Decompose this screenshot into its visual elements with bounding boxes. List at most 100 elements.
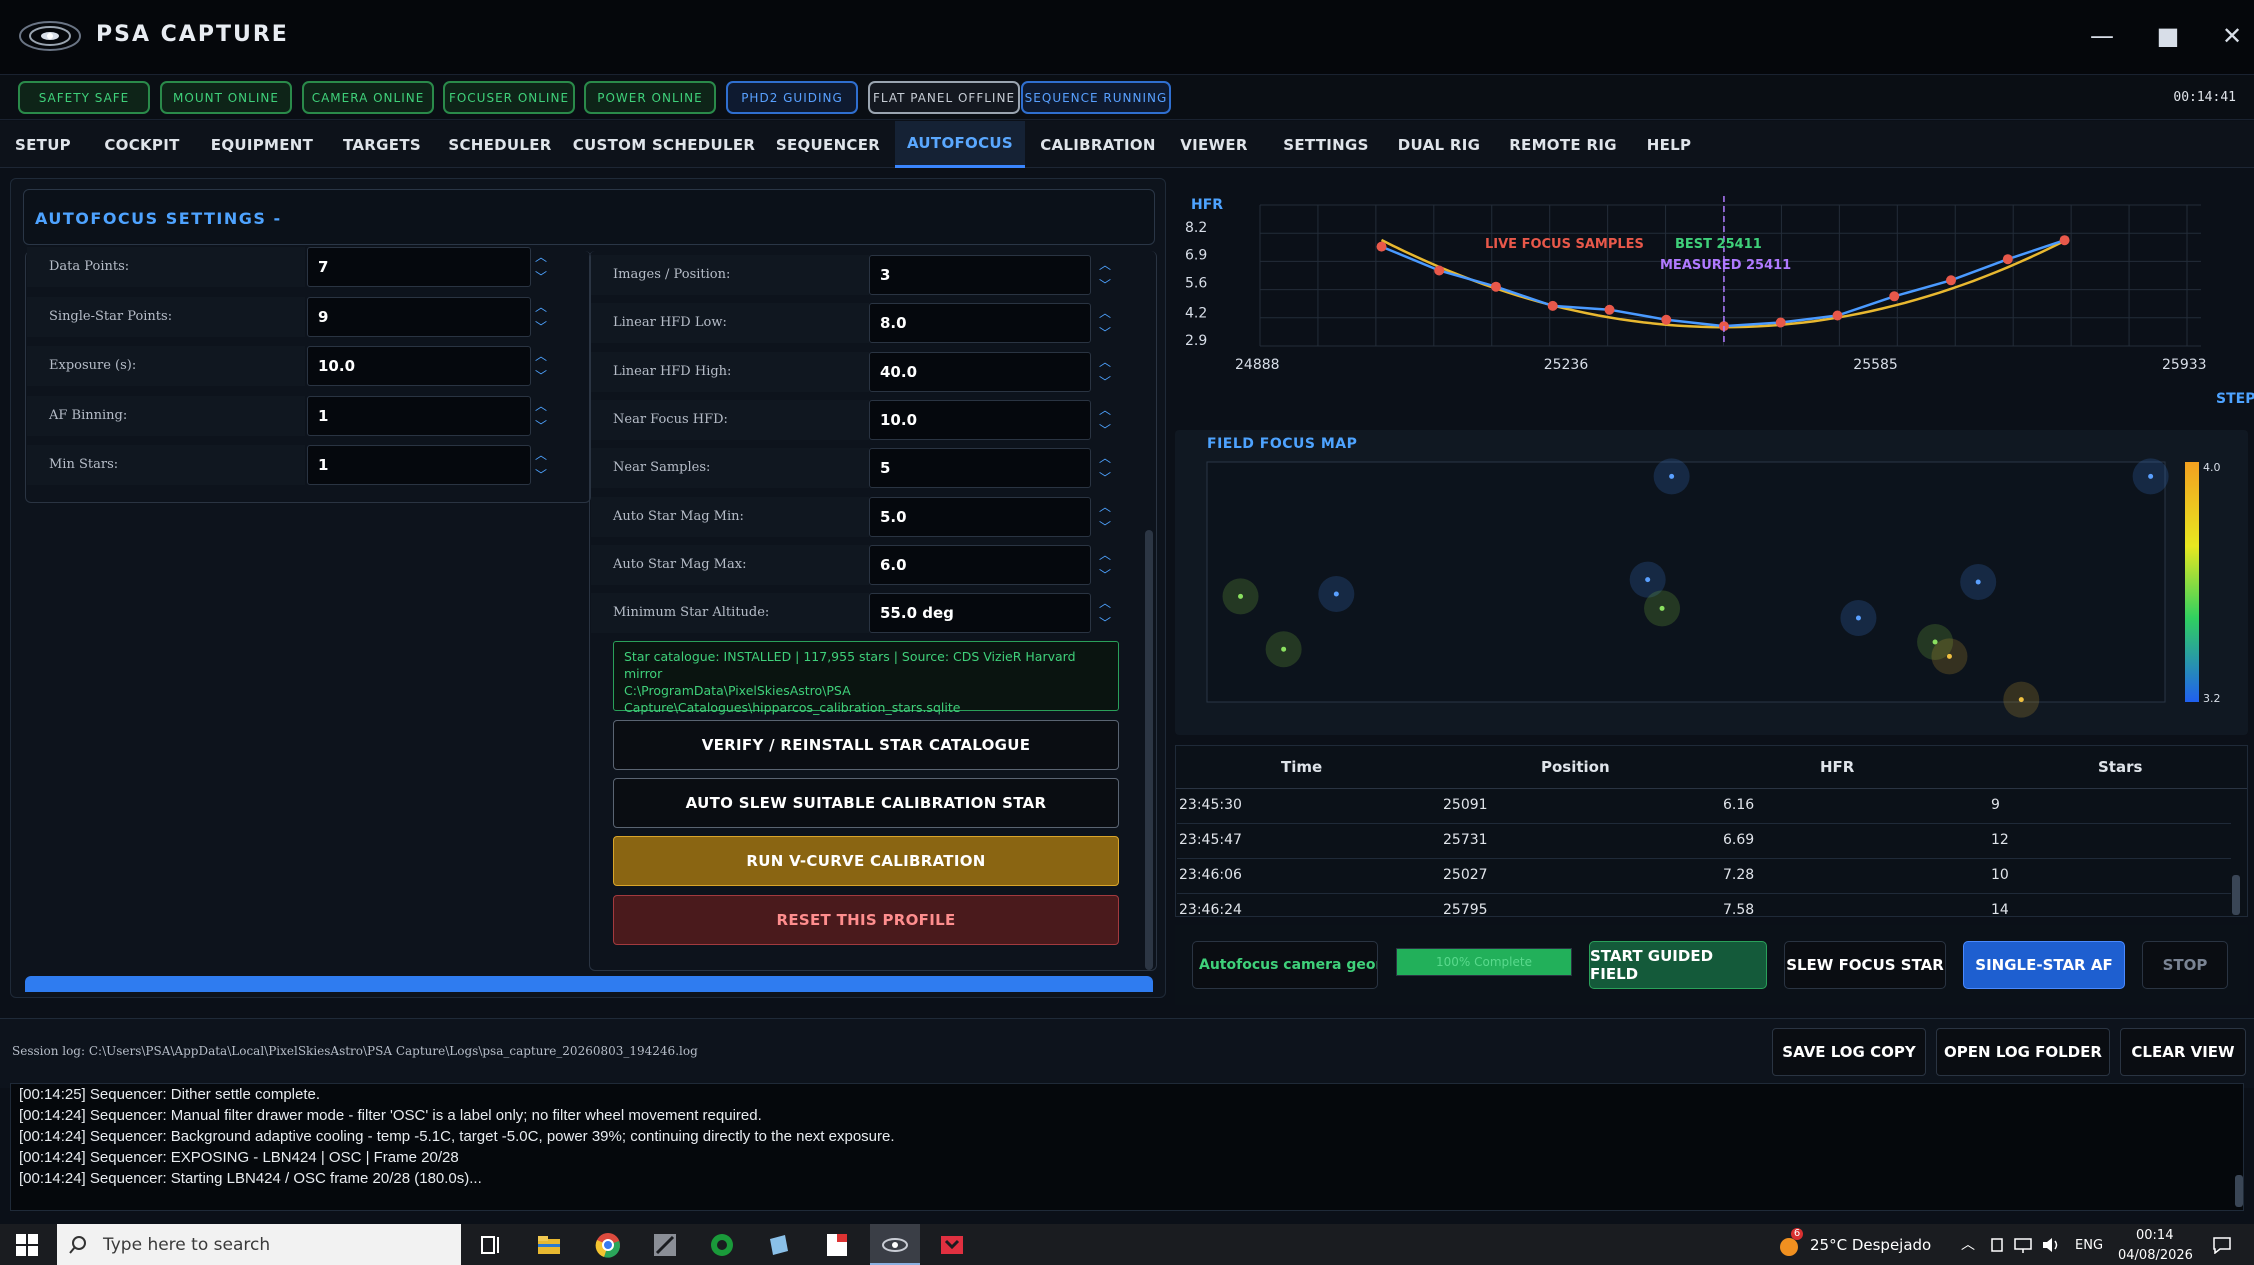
save-log-copy-button[interactable]: SAVE LOG COPY [1772, 1028, 1926, 1076]
table-scrollbar[interactable] [2232, 875, 2240, 915]
table-row[interactable]: 23:46:24 25795 7.58 14 [1177, 894, 2231, 929]
spin-buttons[interactable]: ︿ ﹀ [1094, 400, 1116, 440]
chevron-down-icon[interactable]: ﹀ [535, 321, 547, 333]
field-input[interactable]: 8.0 [869, 303, 1091, 344]
tab-viewer[interactable]: VIEWER [1172, 121, 1256, 168]
chevron-down-icon[interactable]: ﹀ [1099, 569, 1111, 581]
stop-button[interactable]: STOP [2142, 941, 2228, 989]
notification-icon[interactable] [2212, 1236, 2232, 1254]
tab-help[interactable]: HELP [1636, 121, 1702, 168]
chevron-up-icon[interactable]: ︿ [1099, 356, 1111, 368]
auto-slew-star-button[interactable]: AUTO SLEW SUITABLE CALIBRATION STAR [613, 778, 1119, 828]
chevron-up-icon[interactable]: ︿ [535, 449, 547, 461]
weather-text[interactable]: 25°C Despejado [1810, 1236, 1931, 1254]
spin-buttons[interactable]: ︿ ﹀ [1094, 545, 1116, 585]
close-button[interactable]: ✕ [2210, 16, 2254, 56]
chevron-up-icon[interactable]: ︿ [535, 251, 547, 263]
field-input[interactable]: 10.0 [307, 346, 531, 386]
status-pill-flat-panel[interactable]: FLAT PANEL OFFLINE [868, 81, 1020, 114]
status-pill-focuser[interactable]: FOCUSER ONLINE [443, 81, 575, 114]
tab-dual-rig[interactable]: DUAL RIG [1396, 121, 1482, 168]
log-scrollbar[interactable] [2235, 1175, 2243, 1207]
chevron-down-icon[interactable]: ﹀ [1099, 617, 1111, 629]
tab-setup[interactable]: SETUP [6, 121, 80, 168]
status-pill-mount[interactable]: MOUNT ONLINE [160, 81, 292, 114]
chevron-up-icon[interactable]: ︿ [535, 301, 547, 313]
col-stars[interactable]: Stars [2098, 758, 2142, 776]
verify-catalogue-button[interactable]: VERIFY / REINSTALL STAR CATALOGUE [613, 720, 1119, 770]
col-hfr[interactable]: HFR [1820, 758, 1854, 776]
status-pill-camera[interactable]: CAMERA ONLINE [302, 81, 434, 114]
settings-scrollbar[interactable] [1145, 530, 1153, 970]
field-input[interactable]: 5.0 [869, 496, 1091, 537]
app-icon-red[interactable] [938, 1231, 966, 1259]
chevron-up-icon[interactable]: ︿ [1099, 307, 1111, 319]
field-input[interactable]: 5 [869, 448, 1091, 489]
chrome-icon[interactable] [594, 1231, 622, 1259]
reset-profile-button[interactable]: RESET THIS PROFILE [613, 895, 1119, 945]
spin-buttons[interactable]: ︿ ﹀ [530, 346, 552, 386]
chevron-up-icon[interactable]: ︿ [535, 400, 547, 412]
tab-autofocus[interactable]: AUTOFOCUS [895, 121, 1025, 168]
af-mode-field[interactable]: Autofocus camera geome [1192, 941, 1378, 989]
tab-targets[interactable]: TARGETS [334, 121, 430, 168]
field-input[interactable]: 10.0 [869, 399, 1091, 440]
chevron-down-icon[interactable]: ﹀ [1099, 327, 1111, 339]
start-guided-field-button[interactable]: START GUIDED FIELD [1589, 941, 1767, 989]
spin-buttons[interactable]: ︿ ﹀ [530, 297, 552, 337]
spin-buttons[interactable]: ︿ ﹀ [1094, 255, 1116, 295]
tab-cockpit[interactable]: COCKPIT [92, 121, 192, 168]
table-row[interactable]: 23:46:06 25027 7.28 10 [1177, 859, 2231, 894]
chevron-down-icon[interactable]: ﹀ [535, 469, 547, 481]
windows-start-icon[interactable] [16, 1234, 38, 1256]
spin-buttons[interactable]: ︿ ﹀ [1094, 352, 1116, 392]
tab-scheduler[interactable]: SCHEDULER [442, 121, 558, 168]
maximize-button[interactable]: ■ [2146, 16, 2190, 56]
field-input[interactable]: 55.0 deg [869, 593, 1091, 634]
chevron-up-icon[interactable]: ︿ [1961, 1234, 1975, 1254]
chevron-up-icon[interactable]: ︿ [1099, 549, 1111, 561]
tab-calibration[interactable]: CALIBRATION [1036, 121, 1160, 168]
app-icon-green[interactable] [708, 1231, 736, 1259]
spin-buttons[interactable]: ︿ ﹀ [530, 247, 552, 287]
chevron-down-icon[interactable]: ﹀ [1099, 521, 1111, 533]
status-pill-sequence[interactable]: SEQUENCE RUNNING [1021, 81, 1171, 114]
tab-settings[interactable]: SETTINGS [1280, 121, 1372, 168]
app-icon-notes[interactable] [765, 1231, 793, 1259]
field-input[interactable]: 7 [307, 247, 531, 287]
usb-icon[interactable] [1989, 1236, 2005, 1254]
status-pill-power[interactable]: POWER ONLINE [584, 81, 716, 114]
field-input[interactable]: 1 [307, 395, 531, 436]
field-input[interactable]: 6.0 [869, 544, 1091, 585]
table-row[interactable]: 23:45:30 25091 6.16 9 [1177, 789, 2231, 824]
table-row[interactable]: 23:45:47 25731 6.69 12 [1177, 824, 2231, 859]
status-pill-safety[interactable]: SAFETY SAFE [18, 81, 150, 114]
chevron-down-icon[interactable]: ﹀ [1099, 279, 1111, 291]
minimize-button[interactable]: — [2080, 16, 2124, 56]
status-pill-phd2[interactable]: PHD2 GUIDING [726, 81, 858, 114]
run-vcurve-button[interactable]: RUN V-CURVE CALIBRATION [613, 836, 1119, 886]
chevron-up-icon[interactable]: ︿ [1099, 452, 1111, 464]
field-input[interactable]: 40.0 [869, 351, 1091, 392]
open-log-folder-button[interactable]: OPEN LOG FOLDER [1936, 1028, 2110, 1076]
single-star-af-button[interactable]: SINGLE-STAR AF [1963, 941, 2125, 989]
chevron-up-icon[interactable]: ︿ [1099, 597, 1111, 609]
spin-buttons[interactable]: ︿ ﹀ [1094, 593, 1116, 633]
volume-icon[interactable] [2041, 1236, 2061, 1254]
chevron-down-icon[interactable]: ﹀ [535, 420, 547, 432]
app-icon-document[interactable] [823, 1231, 851, 1259]
spin-buttons[interactable]: ︿ ﹀ [1094, 497, 1116, 537]
clear-view-button[interactable]: CLEAR VIEW [2120, 1028, 2246, 1076]
spin-buttons[interactable]: ︿ ﹀ [530, 445, 552, 485]
chevron-down-icon[interactable]: ﹀ [535, 370, 547, 382]
language-indicator[interactable]: ENG [2075, 1238, 2103, 1253]
task-view-icon[interactable] [477, 1231, 505, 1259]
col-position[interactable]: Position [1541, 758, 1610, 776]
chevron-up-icon[interactable]: ︿ [1099, 501, 1111, 513]
chevron-up-icon[interactable]: ︿ [535, 350, 547, 362]
slew-focus-star-button[interactable]: SLEW FOCUS STAR [1784, 941, 1946, 989]
chevron-down-icon[interactable]: ﹀ [1099, 472, 1111, 484]
taskbar-time[interactable]: 00:14 [2136, 1228, 2173, 1243]
tab-equipment[interactable]: EQUIPMENT [204, 121, 320, 168]
field-input[interactable]: 9 [307, 296, 531, 337]
